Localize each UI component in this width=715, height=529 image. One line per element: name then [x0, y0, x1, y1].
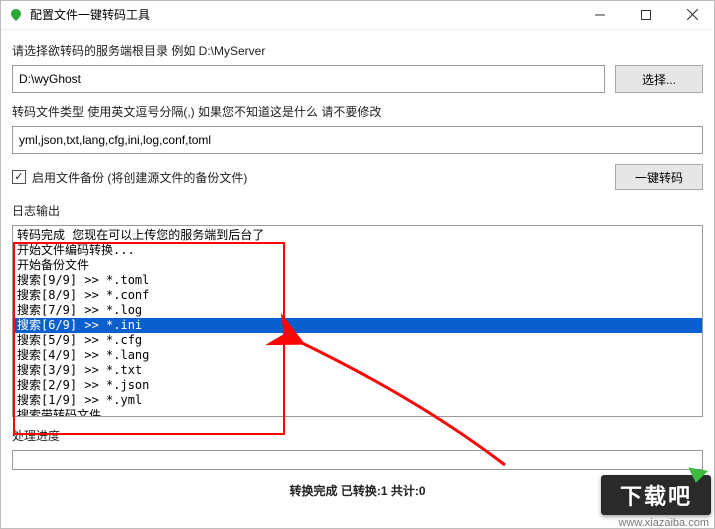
log-line[interactable]: 搜索[8/9] >> *.conf [13, 288, 702, 303]
log-line[interactable]: 搜索[5/9] >> *.cfg [13, 333, 702, 348]
backup-checkbox[interactable]: ✓ [12, 170, 26, 184]
window-titlebar: 配置文件一键转码工具 [0, 0, 715, 30]
convert-button[interactable]: 一键转码 [615, 164, 703, 190]
progress-bar [12, 450, 703, 470]
log-line[interactable]: 转码完成 您现在可以上传您的服务端到后台了 [13, 228, 702, 243]
log-line[interactable]: 搜索[7/9] >> *.log [13, 303, 702, 318]
root-dir-label: 请选择欲转码的服务端根目录 例如 D:\MyServer [12, 42, 703, 59]
log-line[interactable]: 开始备份文件 [13, 258, 702, 273]
log-line[interactable]: 搜索[3/9] >> *.txt [13, 363, 702, 378]
root-dir-input[interactable] [12, 65, 605, 93]
watermark-url: www.xiazaiba.com [619, 517, 709, 529]
log-line[interactable]: 搜索[6/9] >> *.ini [13, 318, 702, 333]
log-line[interactable]: 搜索[2/9] >> *.json [13, 378, 702, 393]
window-maximize-button[interactable] [623, 0, 669, 30]
file-types-input[interactable] [12, 126, 703, 154]
log-line[interactable]: 搜索[4/9] >> *.lang [13, 348, 702, 363]
progress-label: 处理进度 [12, 427, 703, 444]
log-output[interactable]: 转码完成 您现在可以上传您的服务端到后台了开始文件编码转换...开始备份文件搜索… [12, 225, 703, 417]
window-close-button[interactable] [669, 0, 715, 30]
status-text: 转换完成 已转换:1 共计:0 [12, 476, 703, 503]
choose-dir-button[interactable]: 选择... [615, 65, 703, 93]
log-line[interactable]: 搜索带转码文件... [13, 408, 702, 417]
log-line[interactable]: 搜索[1/9] >> *.yml [13, 393, 702, 408]
log-title: 日志输出 [12, 202, 703, 219]
log-line[interactable]: 搜索[9/9] >> *.toml [13, 273, 702, 288]
backup-checkbox-label: 启用文件备份 (将创建源文件的备份文件) [32, 169, 609, 186]
file-types-label: 转码文件类型 使用英文逗号分隔(,) 如果您不知道这是什么 请不要修改 [12, 103, 703, 120]
app-icon [8, 7, 24, 23]
log-line[interactable]: 开始文件编码转换... [13, 243, 702, 258]
window-minimize-button[interactable] [577, 0, 623, 30]
window-title: 配置文件一键转码工具 [30, 6, 150, 23]
